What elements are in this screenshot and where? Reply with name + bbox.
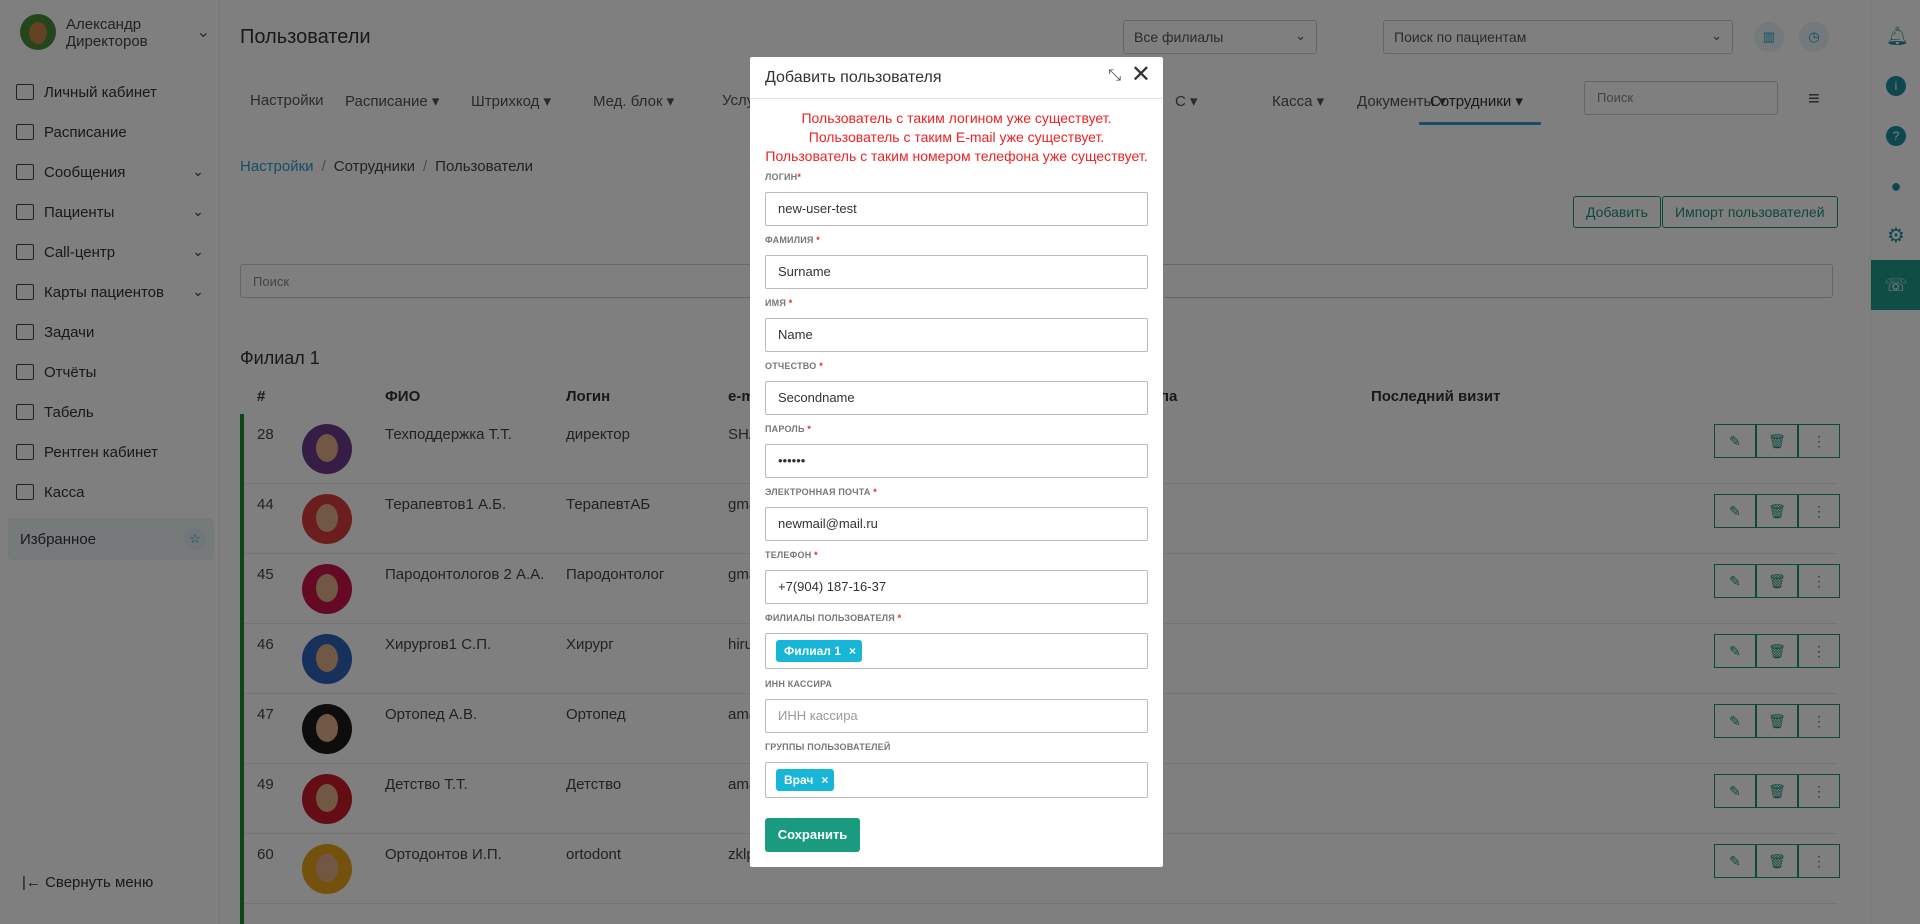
modal-title: Добавить пользователя (765, 69, 942, 86)
login-label: ЛОГИН* (765, 172, 802, 182)
login-field[interactable]: new-user-test (765, 192, 1148, 226)
error-login: Пользователь с таким логином уже существ… (801, 110, 1112, 126)
patronymic-field[interactable]: Secondname (765, 381, 1148, 415)
phone-label: ТЕЛЕФОН * (765, 550, 818, 560)
add-user-modal: Добавить пользователя ⤡ ✕ Пользователь с… (750, 57, 1163, 867)
inn-field[interactable]: ИНН кассира (765, 699, 1148, 733)
password-field[interactable]: •••••• (765, 444, 1148, 478)
surname-field[interactable]: Surname (765, 255, 1148, 289)
name-label: ИМЯ * (765, 298, 793, 308)
tag-remove-icon[interactable]: × (849, 644, 856, 658)
branches-multiselect[interactable]: Филиал 1 × (765, 633, 1148, 669)
email-label: ЭЛЕКТРОННАЯ ПОЧТА * (765, 487, 877, 497)
surname-label: ФАМИЛИЯ * (765, 235, 820, 245)
password-label: ПАРОЛЬ * (765, 424, 812, 434)
phone-field[interactable]: +7(904) 187-16-37 (765, 570, 1148, 604)
modal-header: Добавить пользователя ⤡ ✕ (750, 57, 1163, 99)
error-messages: Пользователь с таким логином уже существ… (750, 109, 1163, 166)
inn-label: ИНН КАССИРА (765, 679, 833, 689)
tag-remove-icon[interactable]: × (821, 773, 828, 787)
minimize-icon[interactable]: ⤡ (1108, 67, 1121, 85)
groups-label: ГРУППЫ ПОЛЬЗОВАТЕЛЕЙ (765, 742, 891, 752)
branch-tag: Филиал 1 × (776, 640, 862, 662)
patronymic-label: ОТЧЕСТВО * (765, 361, 823, 371)
groups-multiselect[interactable]: Врач × (765, 762, 1148, 798)
error-phone: Пользователь с таким номером телефона уж… (765, 148, 1148, 164)
error-email: Пользователь с таким E-mail уже существу… (808, 129, 1105, 145)
close-icon[interactable]: ✕ (1131, 63, 1151, 87)
group-tag: Врач × (776, 769, 835, 791)
email-field[interactable]: newmail@mail.ru (765, 507, 1148, 541)
name-field[interactable]: Name (765, 318, 1148, 352)
branches-label: ФИЛИАЛЫ ПОЛЬЗОВАТЕЛЯ * (765, 613, 902, 623)
save-button[interactable]: Сохранить (765, 818, 860, 852)
